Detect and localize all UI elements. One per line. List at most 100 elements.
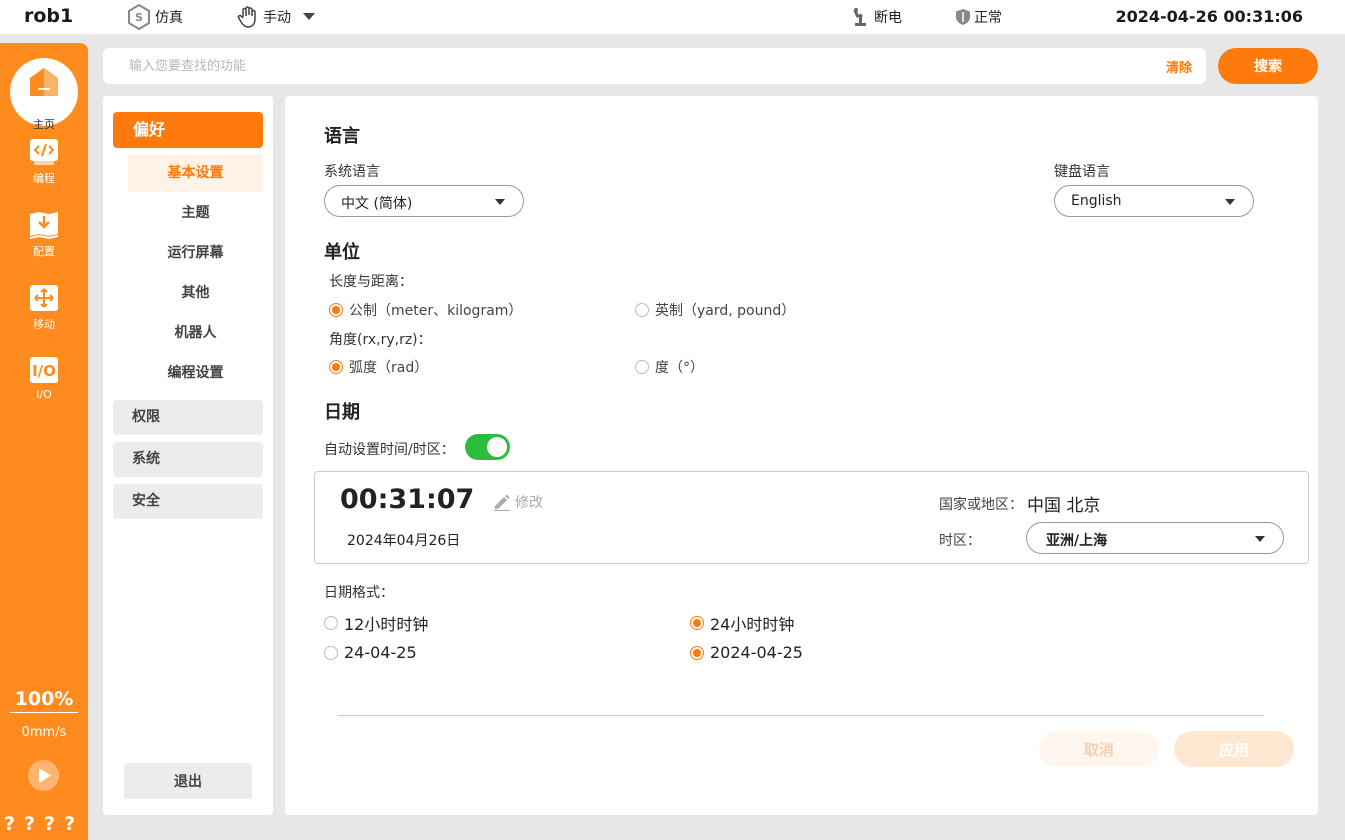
nav-item-basic-settings[interactable]: 基本设置 <box>128 154 263 192</box>
power-status[interactable]: 断电 <box>851 4 902 30</box>
apply-button[interactable]: 应用 <box>1174 731 1294 767</box>
radio-label: 12小时时钟 <box>344 615 429 634</box>
angle-label: 角度(rx,ry,rz)： <box>329 332 432 348</box>
system-language-value: 中文 (简体) <box>341 196 413 212</box>
timezone-label: 时区： <box>939 533 981 549</box>
units-title: 单位 <box>324 242 360 263</box>
country-label: 国家或地区： <box>939 497 1023 513</box>
simulation-icon: S <box>126 4 152 30</box>
nav-item-run-screen[interactable]: 运行屏幕 <box>128 234 263 272</box>
system-language-label: 系统语言 <box>324 164 380 180</box>
rail-label: 移动 <box>33 318 55 331</box>
radio-label: 24-04-25 <box>344 643 417 662</box>
chevron-down-icon <box>495 199 505 205</box>
system-language-select[interactable]: 中文 (简体) <box>324 185 524 217</box>
nav-item-programming-settings[interactable]: 编程设置 <box>128 354 263 392</box>
rail-item-programming[interactable]: 编程 <box>0 139 88 199</box>
nav-item-robot[interactable]: 机器人 <box>128 314 263 352</box>
pencil-icon <box>493 493 511 511</box>
home-label: 主页 <box>33 118 55 131</box>
radio-label: 公制（meter、kilogram） <box>349 303 523 319</box>
help-indicators[interactable]: ???? <box>4 813 84 835</box>
radio-dot <box>690 616 704 630</box>
radio-dot <box>329 303 343 317</box>
search-button[interactable]: 搜索 <box>1218 48 1318 84</box>
speed-percent[interactable]: 100% <box>0 688 88 710</box>
nav-section-permissions[interactable]: 权限 <box>113 400 263 435</box>
keyboard-language-label: 键盘语言 <box>1054 164 1110 180</box>
current-time: 00:31:07 <box>340 484 475 515</box>
time-settings-box: 00:31:07 修改 2024年04月26日 国家或地区： 中国 北京 时区：… <box>314 471 1309 564</box>
cancel-button[interactable]: 取消 <box>1039 731 1159 767</box>
nav-item-other[interactable]: 其他 <box>128 274 263 312</box>
simulation-label: 仿真 <box>155 10 183 26</box>
mode-dropdown[interactable]: 手动 <box>236 4 315 30</box>
length-label: 长度与距离： <box>329 274 413 290</box>
basic-settings-panel: 语言 系统语言 中文 (简体) 键盘语言 English 单位 长度与距离： 公… <box>285 96 1318 815</box>
mode-label: 手动 <box>263 10 291 26</box>
keyboard-language-select[interactable]: English <box>1054 185 1254 217</box>
safety-label: 正常 <box>974 10 1002 26</box>
speed-divider <box>10 712 78 713</box>
chevron-down-icon <box>1225 199 1235 205</box>
nav-section-system[interactable]: 系统 <box>113 442 263 477</box>
language-title: 语言 <box>324 126 360 147</box>
radio-12-hour[interactable]: 12小时时钟 <box>324 611 428 635</box>
hand-icon <box>236 5 260 29</box>
radio-imperial[interactable]: 英制（yard, pound） <box>635 300 795 320</box>
svg-text:S: S <box>135 11 143 24</box>
nav-section-safety[interactable]: 安全 <box>113 484 263 519</box>
radio-degree[interactable]: 度（°） <box>635 357 704 377</box>
date-format-label: 日期格式： <box>324 585 394 601</box>
current-date: 2024年04月26日 <box>347 533 461 549</box>
chevron-down-icon <box>1255 536 1265 542</box>
move-arrows-icon <box>30 285 58 311</box>
download-config-icon <box>30 212 58 240</box>
edit-label: 修改 <box>515 495 543 511</box>
io-icon: I/O <box>30 357 58 383</box>
radio-24-hour[interactable]: 24小时时钟 <box>690 611 794 635</box>
nav-group-preferences[interactable]: 偏好 <box>113 112 263 148</box>
rail-item-io[interactable]: I/O I/O <box>0 357 88 417</box>
radio-label: 弧度（rad） <box>349 360 429 376</box>
radio-date-long[interactable]: 2024-04-25 <box>690 643 803 662</box>
radio-dot <box>635 303 649 317</box>
home-button[interactable]: 主页 <box>10 58 78 131</box>
logout-button[interactable]: 退出 <box>124 763 252 799</box>
search-input[interactable] <box>117 48 1117 84</box>
safety-status[interactable]: 正常 <box>955 4 1002 30</box>
play-button[interactable] <box>28 760 59 791</box>
shield-icon <box>955 8 971 26</box>
radio-label: 2024-04-25 <box>710 643 803 662</box>
timezone-select[interactable]: 亚洲/上海 <box>1026 522 1284 554</box>
clear-button[interactable]: 清除 <box>1166 57 1192 76</box>
rail-item-move[interactable]: 移动 <box>0 285 88 345</box>
edit-time-button[interactable]: 修改 <box>493 492 543 512</box>
auto-time-label: 自动设置时间/时区： <box>324 442 455 458</box>
home-icon <box>28 66 60 98</box>
radio-radian[interactable]: 弧度（rad） <box>329 357 428 377</box>
radio-label: 英制（yard, pound） <box>655 303 796 319</box>
radio-metric[interactable]: 公制（meter、kilogram） <box>329 300 522 320</box>
left-rail: 主页 编程 配置 移动 I/O I/O 100% 0mm/s ???? <box>0 43 88 840</box>
nav-item-theme[interactable]: 主题 <box>128 194 263 232</box>
simulation-toggle[interactable]: S 仿真 <box>126 4 183 30</box>
date-title: 日期 <box>324 402 360 423</box>
speed-value: 0mm/s <box>21 725 67 740</box>
radio-dot <box>690 645 704 660</box>
country-value[interactable]: 中国 北京 <box>1027 491 1100 516</box>
radio-label: 24小时时钟 <box>710 615 795 634</box>
auto-time-toggle[interactable] <box>465 434 510 460</box>
rail-item-config[interactable]: 配置 <box>0 212 88 272</box>
robot-arm-icon <box>851 7 871 27</box>
radio-label: 度（°） <box>655 360 704 376</box>
radio-dot <box>329 360 343 374</box>
radio-dot <box>635 360 649 374</box>
code-icon <box>30 139 58 165</box>
robot-name: rob1 <box>24 5 74 27</box>
timezone-value: 亚洲/上海 <box>1046 533 1108 549</box>
rail-label: 编程 <box>33 172 55 185</box>
keyboard-language-value: English <box>1071 193 1122 209</box>
radio-date-short[interactable]: 24-04-25 <box>324 643 417 662</box>
settings-nav: 偏好 基本设置 主题 运行屏幕 其他 机器人 编程设置 权限 系统 安全 退出 <box>103 96 273 815</box>
